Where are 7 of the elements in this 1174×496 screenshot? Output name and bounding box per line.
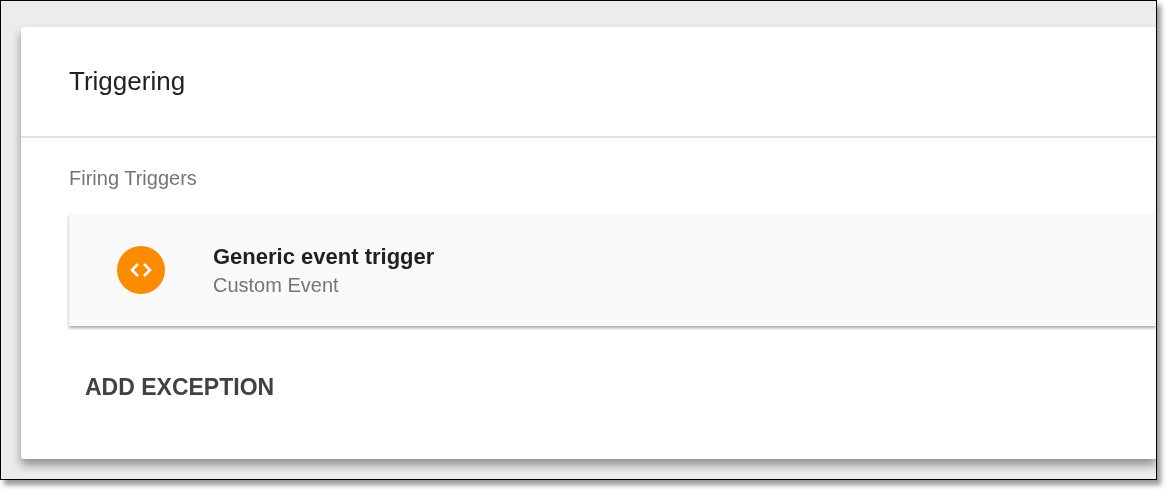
trigger-row[interactable]: Generic event trigger Custom Event (69, 214, 1156, 326)
trigger-type: Custom Event (213, 273, 340, 297)
trigger-name: Generic event trigger (213, 243, 435, 270)
section-label: Firing Triggers (69, 167, 198, 190)
add-exception-button[interactable]: ADD EXCEPTION (69, 370, 291, 405)
card-title: Triggering (69, 66, 186, 97)
code-icon (117, 246, 165, 294)
